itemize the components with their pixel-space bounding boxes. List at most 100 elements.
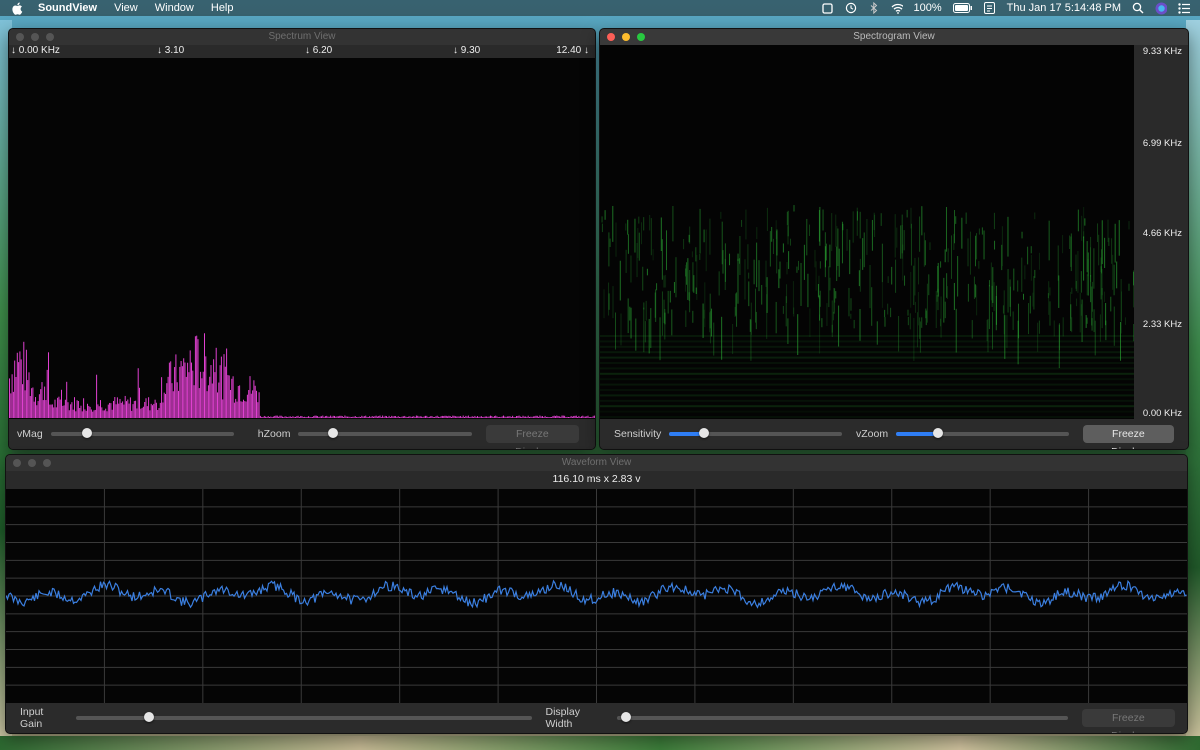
spectrum-bar: [568, 417, 569, 418]
hzoom-slider-knob[interactable]: [328, 428, 339, 438]
freq-label-3: ↓ 9.30: [453, 45, 481, 56]
spectrum-bar: [506, 416, 508, 418]
spectrum-titlebar[interactable]: Spectrum View: [9, 29, 595, 45]
spectrum-bar: [237, 386, 239, 418]
waveform-titlebar[interactable]: Waveform View: [6, 455, 1187, 471]
spectrum-bar: [196, 335, 198, 418]
spectrum-bar: [102, 410, 104, 418]
spectrum-bar: [33, 401, 35, 418]
spectrum-bar: [67, 402, 69, 418]
spectrum-bar: [139, 387, 140, 418]
freq-label-1: ↓ 3.10: [157, 45, 185, 56]
close-button[interactable]: [13, 459, 21, 467]
time-machine-icon[interactable]: [845, 2, 857, 14]
display-width-slider[interactable]: [617, 712, 1068, 722]
spectrum-bar: [96, 374, 98, 418]
vzoom-slider-knob[interactable]: [932, 428, 943, 438]
zoom-button[interactable]: [637, 33, 645, 41]
vzoom-slider[interactable]: [896, 428, 1069, 438]
menu-bar: SoundView View Window Help 100% Thu Jan …: [0, 0, 1200, 16]
stop-square-icon[interactable]: [822, 2, 834, 14]
notification-center-icon[interactable]: [1178, 2, 1190, 14]
spectrum-bar: [40, 389, 42, 418]
spectrum-bar: [241, 401, 243, 418]
spectrum-bar: [98, 406, 100, 418]
spectrum-bar: [574, 415, 576, 418]
spectrum-bar: [551, 417, 553, 418]
input-gain-slider-knob[interactable]: [143, 712, 154, 722]
minimize-button[interactable]: [622, 33, 630, 41]
spectrogram-titlebar[interactable]: Spectrogram View: [600, 29, 1188, 45]
spectrum-bar: [29, 396, 31, 418]
spectrum-bar: [161, 377, 163, 418]
spectrum-bar: [588, 417, 590, 418]
spectrogram-band: [600, 383, 1134, 386]
spectrum-bar: [306, 416, 308, 418]
spectrum-bar: [460, 415, 462, 418]
spectrum-bar: [564, 415, 566, 418]
spectrum-bar: [159, 402, 161, 418]
menu-window[interactable]: Window: [155, 2, 194, 14]
siri-icon[interactable]: [1155, 2, 1167, 14]
spectrum-bar: [421, 416, 423, 418]
spectrum-bar: [51, 404, 53, 418]
apple-icon[interactable]: [12, 2, 26, 15]
sensitivity-slider-knob[interactable]: [698, 428, 709, 438]
spectrum-bar: [544, 415, 546, 418]
spectrum-bar: [581, 416, 582, 418]
spectrum-bar: [440, 416, 442, 418]
spectrum-bar: [435, 416, 437, 418]
input-gain-slider[interactable]: [75, 712, 532, 722]
sensitivity-slider[interactable]: [669, 428, 842, 438]
spectrum-bar: [272, 416, 274, 418]
spectrum-bar: [362, 416, 364, 418]
spectrum-bar: [165, 393, 166, 418]
keyboard-input-icon[interactable]: [984, 2, 996, 14]
spectrum-bar: [395, 415, 397, 418]
spectrum-bar: [18, 362, 20, 418]
spectrum-bar: [296, 416, 298, 418]
spectrum-bar: [188, 372, 190, 418]
spectrum-bar: [45, 400, 47, 418]
zoom-button[interactable]: [43, 459, 51, 467]
battery-icon[interactable]: [952, 3, 973, 14]
spectrum-bar: [431, 416, 433, 418]
bluetooth-icon[interactable]: [868, 2, 880, 14]
wifi-icon[interactable]: [891, 3, 903, 14]
menu-app-soundview[interactable]: SoundView: [38, 2, 97, 14]
spectrum-bar: [352, 416, 354, 418]
spectrum-bar: [97, 404, 99, 418]
spectrum-bar: [529, 417, 530, 418]
spotlight-search-icon[interactable]: [1132, 2, 1144, 14]
zoom-button[interactable]: [46, 33, 54, 41]
waveform-freeze-display-button[interactable]: Freeze Display: [1081, 709, 1175, 733]
spectrum-bar: [22, 384, 23, 418]
spectrum-bar: [178, 390, 179, 418]
display-width-slider-knob[interactable]: [621, 712, 632, 722]
spectrum-bar: [304, 416, 306, 418]
spectrum-bar: [427, 417, 429, 418]
menu-view[interactable]: View: [114, 2, 138, 14]
spectrum-bar: [244, 401, 246, 418]
hzoom-slider[interactable]: [298, 428, 472, 438]
close-button[interactable]: [607, 33, 615, 41]
spectrum-bar: [123, 404, 125, 418]
spectrum-bar: [109, 402, 111, 418]
clock-datetime[interactable]: Thu Jan 17 5:14:48 PM: [1007, 2, 1121, 14]
spectrum-bar: [335, 416, 337, 418]
spectrum-bar: [570, 415, 572, 418]
menu-help[interactable]: Help: [211, 2, 234, 14]
vmag-slider[interactable]: [50, 428, 234, 438]
spectrum-bar: [434, 417, 436, 418]
spectrum-bar: [417, 415, 419, 418]
minimize-button[interactable]: [31, 33, 39, 41]
spectrum-bar: [302, 417, 304, 418]
close-button[interactable]: [16, 33, 24, 41]
spectrum-bar: [232, 376, 234, 418]
spectrum-bar: [356, 417, 358, 418]
vmag-slider-knob[interactable]: [82, 428, 93, 438]
spectrogram-freeze-display-button[interactable]: Freeze Display: [1082, 425, 1174, 449]
spectrum-freeze-display-button[interactable]: Freeze Display: [485, 425, 579, 449]
spectrum-bar: [220, 356, 222, 418]
minimize-button[interactable]: [28, 459, 36, 467]
